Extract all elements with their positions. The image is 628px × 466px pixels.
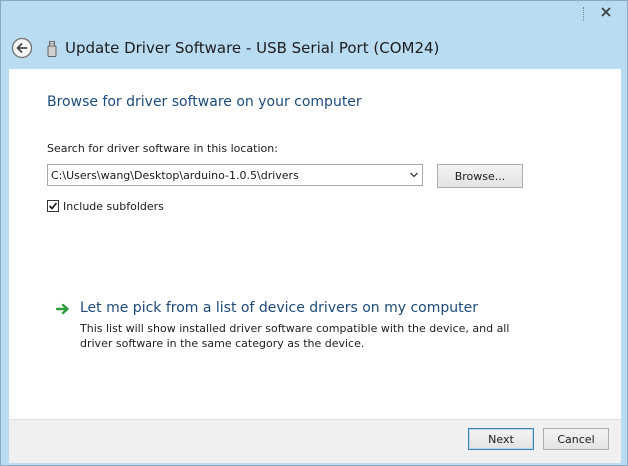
pick-driver-description: This list will show installed driver sof… <box>80 322 510 350</box>
driver-path-value[interactable]: C:\Users\wang\Desktop\arduino-1.0.5\driv… <box>51 169 299 182</box>
back-button[interactable] <box>11 37 33 59</box>
title-bar-separator <box>583 7 588 21</box>
search-location-label: Search for driver software in this locat… <box>47 142 278 155</box>
green-arrow-icon <box>56 303 69 315</box>
header-bar: Update Driver Software - USB Serial Port… <box>1 25 627 69</box>
cancel-button[interactable]: Cancel <box>543 428 609 450</box>
close-button[interactable] <box>591 2 621 22</box>
browse-button[interactable]: Browse... <box>437 164 523 188</box>
pick-driver-link[interactable]: Let me pick from a list of device driver… <box>80 300 478 316</box>
checkmark-icon <box>48 202 58 210</box>
include-subfolders-row[interactable]: Include subfolders <box>47 198 164 214</box>
driver-path-combobox[interactable]: C:\Users\wang\Desktop\arduino-1.0.5\driv… <box>47 164 423 186</box>
dialog-title: Update Driver Software - USB Serial Port… <box>65 39 440 57</box>
usb-device-icon <box>47 41 57 57</box>
back-arrow-icon <box>11 37 33 59</box>
include-subfolders-label[interactable]: Include subfolders <box>63 200 164 213</box>
content-panel: Browse for driver software on your compu… <box>9 69 621 419</box>
footer-bar: Next Cancel <box>9 419 621 463</box>
dialog-window: Update Driver Software - USB Serial Port… <box>0 0 628 466</box>
close-icon <box>601 7 611 17</box>
next-button[interactable]: Next <box>468 428 534 450</box>
page-heading: Browse for driver software on your compu… <box>47 94 362 110</box>
chevron-down-icon[interactable] <box>410 172 418 178</box>
include-subfolders-checkbox[interactable] <box>47 200 59 212</box>
